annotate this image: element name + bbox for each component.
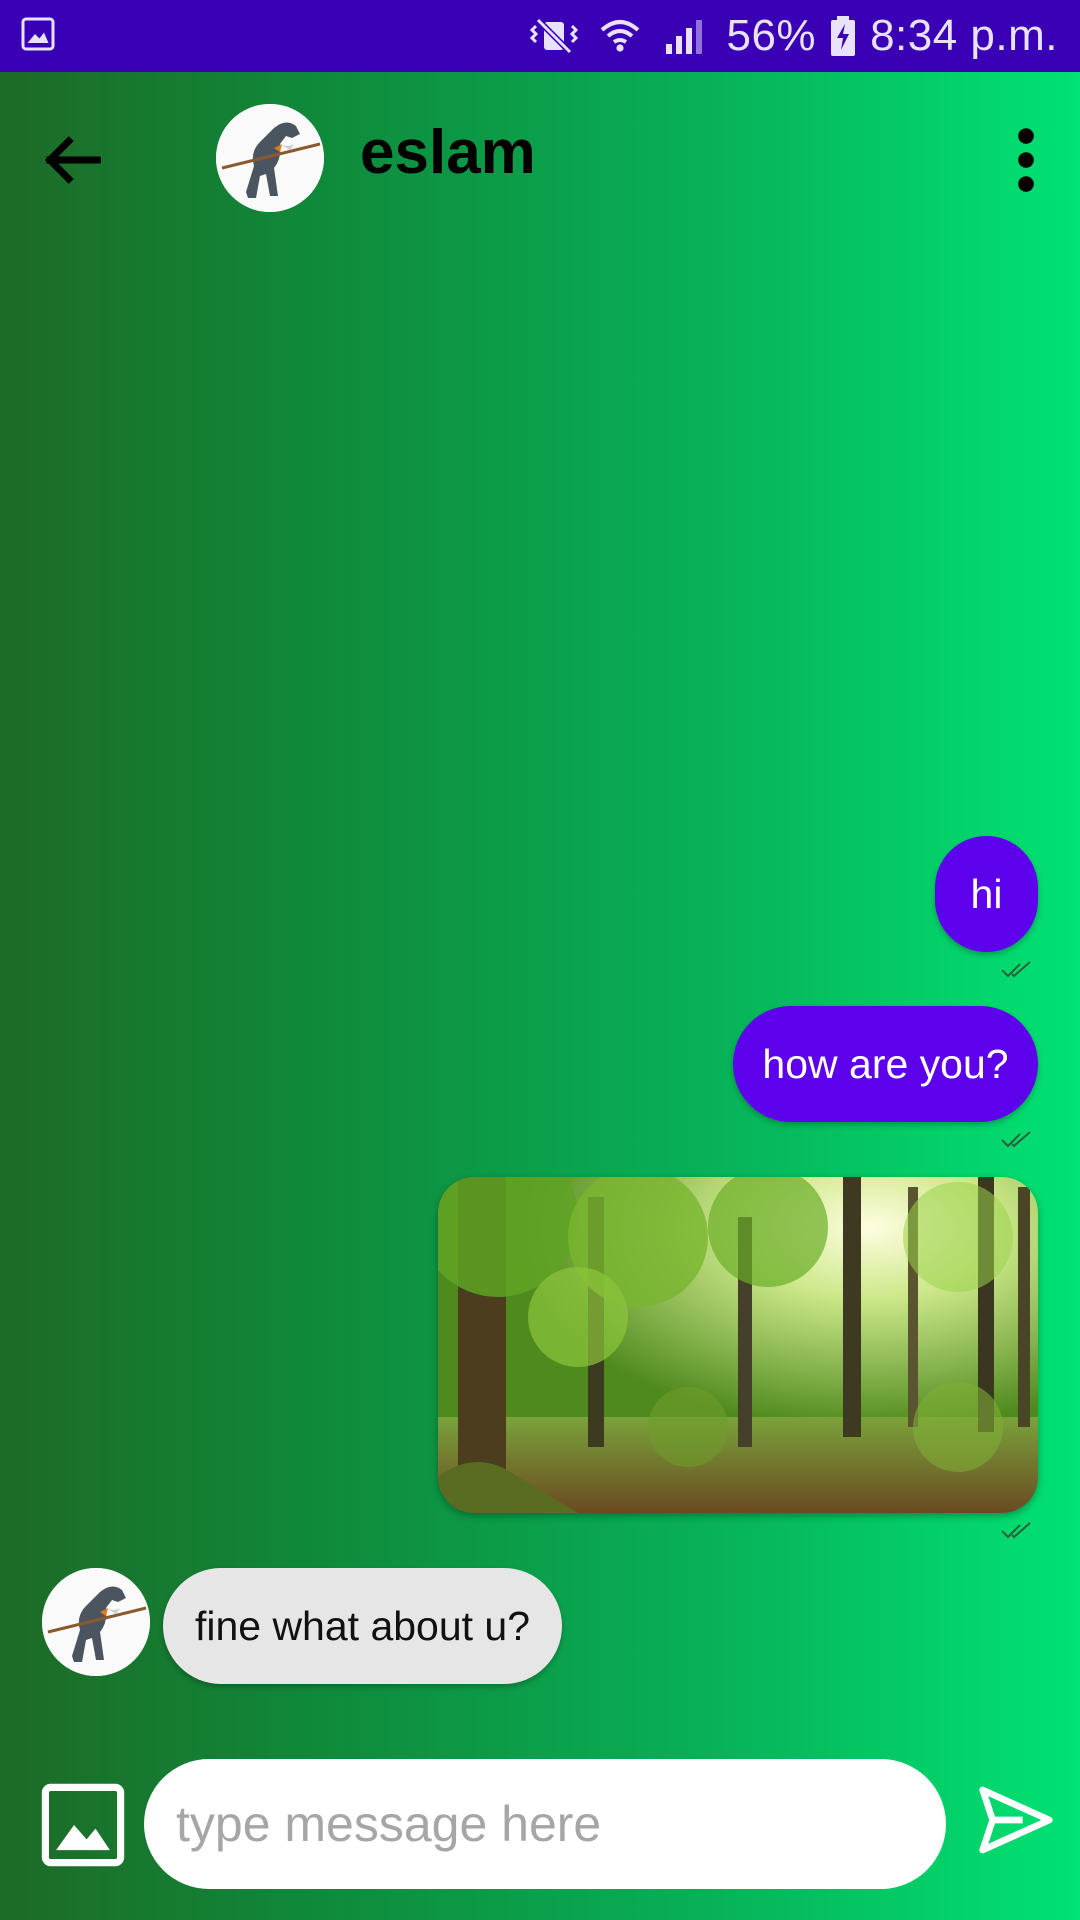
battery-charging-icon	[831, 16, 856, 56]
gallery-notification-icon	[21, 17, 55, 51]
message-text: hi	[970, 870, 1003, 917]
contact-avatar[interactable]	[216, 104, 324, 212]
sender-avatar[interactable]	[42, 1568, 150, 1676]
double-check-icon	[1001, 961, 1031, 978]
battery-percent: 56%	[726, 11, 817, 60]
message-bubble-received[interactable]: fine what about u?	[163, 1568, 562, 1684]
message-text: fine what about u?	[194, 1602, 531, 1649]
double-check-icon	[1001, 1522, 1031, 1539]
wifi-icon	[601, 20, 640, 52]
message-image-sent[interactable]	[438, 1177, 1038, 1513]
dinosaur-avatar-icon	[216, 104, 324, 212]
chat-screen: eslam hi how are you? fine what about u?…	[0, 72, 1080, 1920]
dinosaur-avatar-icon	[42, 1568, 150, 1676]
message-bubble-sent[interactable]: how are you?	[733, 1006, 1038, 1122]
signal-icon	[666, 20, 703, 54]
status-bar: 56% 8:34 p.m.	[0, 0, 1080, 72]
double-check-icon	[1001, 1131, 1031, 1148]
chat-header: eslam	[0, 72, 1080, 242]
more-options-icon[interactable]	[996, 124, 1056, 196]
message-input-container	[144, 1759, 946, 1889]
vibrate-mute-icon	[530, 17, 579, 55]
message-input[interactable]	[174, 1794, 946, 1854]
clock: 8:34 p.m.	[870, 11, 1058, 60]
attach-image-icon[interactable]	[40, 1782, 126, 1868]
back-arrow-icon[interactable]	[34, 122, 110, 198]
message-bubble-sent[interactable]: hi	[935, 836, 1038, 952]
send-icon[interactable]	[976, 1778, 1056, 1862]
forest-photo	[438, 1177, 1038, 1513]
contact-name: eslam	[360, 118, 536, 187]
message-text: how are you?	[762, 1040, 1009, 1087]
